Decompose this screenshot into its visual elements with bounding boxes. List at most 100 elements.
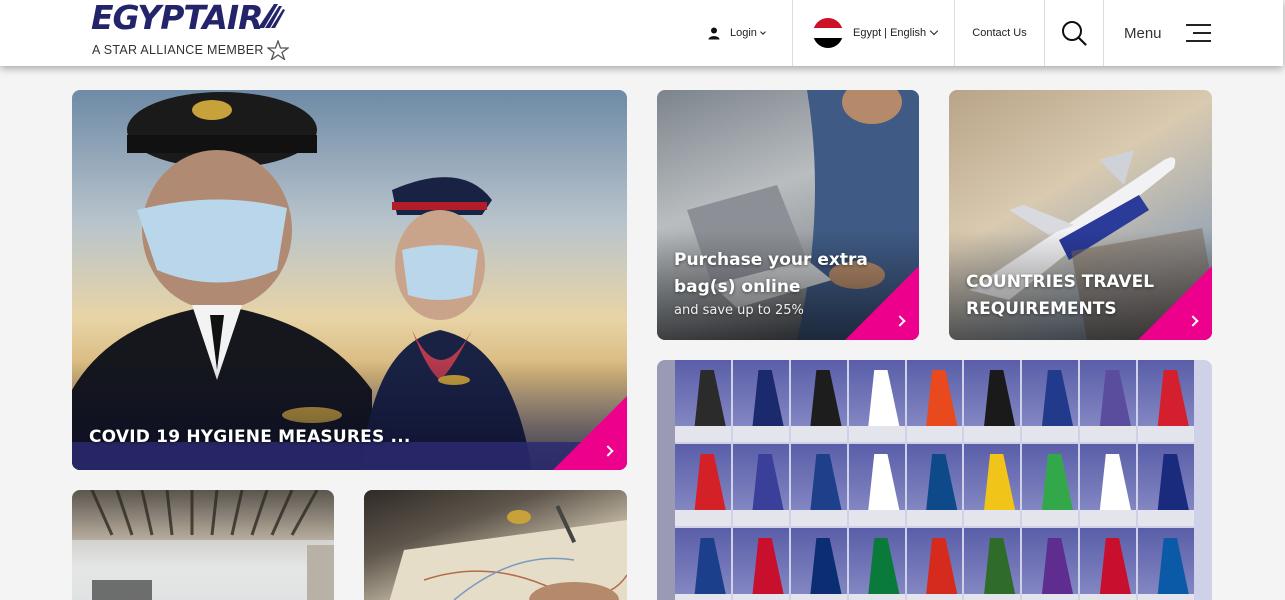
airline-tail bbox=[1022, 528, 1079, 600]
lounge-tile[interactable] bbox=[72, 490, 334, 600]
extra-bags-tile[interactable]: Purchase your extra bag(s) online and sa… bbox=[657, 90, 919, 340]
airline-tail bbox=[1138, 528, 1194, 600]
fuselage bbox=[906, 426, 963, 442]
tail-fin bbox=[867, 370, 901, 432]
airline-tail bbox=[675, 444, 731, 526]
fuselage bbox=[1080, 510, 1137, 526]
covid-hygiene-tile[interactable]: COVID 19 HYGIENE MEASURES ... bbox=[72, 90, 627, 470]
countries-travel-tile[interactable]: COUNTRIES TRAVEL REQUIREMENTS bbox=[949, 90, 1212, 340]
fuselage bbox=[848, 510, 905, 526]
fuselage bbox=[964, 594, 1021, 600]
tail-fin bbox=[809, 538, 843, 600]
tail-fin bbox=[867, 454, 901, 516]
star-alliance-icon bbox=[267, 40, 289, 60]
airline-tail bbox=[848, 360, 905, 442]
fuselage bbox=[1022, 510, 1079, 526]
fuselage bbox=[1022, 594, 1079, 600]
airline-tail bbox=[790, 360, 847, 442]
menu-label: Menu bbox=[1124, 24, 1162, 42]
star-alliance-tagline: A STAR ALLIANCE MEMBER bbox=[92, 43, 264, 57]
airline-tail bbox=[1022, 444, 1079, 526]
airline-tail bbox=[732, 360, 789, 442]
fuselage bbox=[1138, 510, 1194, 526]
fuselage bbox=[732, 426, 789, 442]
fuselage bbox=[732, 510, 789, 526]
airline-tail bbox=[1138, 444, 1194, 526]
tail-fin bbox=[694, 370, 727, 432]
fuselage bbox=[1022, 426, 1079, 442]
tile-accent-corner bbox=[845, 266, 919, 340]
language-selector[interactable]: Egypt | English bbox=[792, 0, 954, 66]
tail-fin bbox=[925, 370, 959, 432]
contact-label: Contact Us bbox=[972, 27, 1027, 39]
airline-tail bbox=[1080, 444, 1137, 526]
airline-tail bbox=[964, 360, 1021, 442]
tail-fin bbox=[751, 454, 785, 516]
tail-fin bbox=[1157, 370, 1191, 432]
airline-tail bbox=[1080, 528, 1137, 600]
tail-fin bbox=[983, 370, 1017, 432]
airline-tail bbox=[848, 444, 905, 526]
airline-tail bbox=[848, 528, 905, 600]
airline-tail bbox=[1022, 360, 1079, 442]
egyptair-logo[interactable]: EGYPTAIR A STAR ALLIANCE MEMBER bbox=[91, 0, 296, 62]
language-label: Egypt | English bbox=[853, 27, 927, 39]
lounge-photo bbox=[72, 490, 334, 600]
fuselage bbox=[732, 594, 789, 600]
fuselage bbox=[1080, 426, 1137, 442]
fuselage bbox=[675, 426, 731, 442]
menu-button[interactable]: Menu bbox=[1103, 0, 1283, 66]
airline-tail bbox=[964, 444, 1021, 526]
login-label: Login bbox=[730, 27, 757, 39]
tail-fin bbox=[925, 454, 959, 516]
airline-tail bbox=[906, 360, 963, 442]
tail-fin bbox=[751, 370, 785, 432]
tile-accent-corner bbox=[1138, 266, 1212, 340]
tail-fin bbox=[1041, 538, 1075, 600]
airline-tail bbox=[732, 528, 789, 600]
fuselage bbox=[1080, 594, 1137, 600]
airline-tail bbox=[1080, 360, 1137, 442]
tail-fin bbox=[694, 454, 727, 516]
top-header: EGYPTAIR A STAR ALLIANCE MEMBER Login Eg… bbox=[0, 0, 1283, 66]
airline-tail bbox=[906, 528, 963, 600]
user-icon bbox=[708, 27, 720, 39]
airline-tail bbox=[906, 444, 963, 526]
tail-fin bbox=[1099, 538, 1133, 600]
tail-fin bbox=[983, 454, 1017, 516]
fuselage bbox=[848, 594, 905, 600]
tail-fin bbox=[751, 538, 785, 600]
airline-tail bbox=[732, 444, 789, 526]
egypt-flag-icon bbox=[813, 18, 843, 48]
tail-fin bbox=[1099, 370, 1133, 432]
tail-fin bbox=[1157, 454, 1191, 516]
login-button[interactable]: Login bbox=[708, 0, 792, 66]
tail-fin bbox=[925, 538, 959, 600]
star-alliance-tile[interactable] bbox=[657, 360, 1212, 600]
contact-us-link[interactable]: Contact Us bbox=[954, 0, 1044, 66]
fuselage bbox=[790, 510, 847, 526]
tail-fin bbox=[809, 454, 843, 516]
fuselage bbox=[848, 426, 905, 442]
hamburger-icon bbox=[1185, 24, 1211, 42]
fuselage bbox=[906, 594, 963, 600]
tail-fin bbox=[1099, 454, 1133, 516]
tail-fin bbox=[809, 370, 843, 432]
tail-fin bbox=[694, 538, 727, 600]
bags-tile-title: Purchase your extra bag(s) online bbox=[674, 250, 868, 297]
bags-tile-subtitle: and save up to 25% bbox=[674, 303, 804, 318]
chevron-down-icon bbox=[929, 26, 939, 36]
tail-fin bbox=[983, 538, 1017, 600]
covid-tile-title: COVID 19 HYGIENE MEASURES ... bbox=[89, 427, 411, 447]
chevron-down-icon bbox=[760, 28, 766, 35]
tail-fin bbox=[1041, 370, 1075, 432]
fuselage bbox=[1138, 426, 1194, 442]
fuselage bbox=[790, 426, 847, 442]
fuselage bbox=[964, 510, 1021, 526]
airline-tails-grid bbox=[675, 360, 1194, 600]
travel-planning-tile[interactable] bbox=[364, 490, 627, 600]
fuselage bbox=[964, 426, 1021, 442]
airline-tail bbox=[790, 528, 847, 600]
search-button[interactable] bbox=[1044, 0, 1103, 66]
fuselage bbox=[675, 510, 731, 526]
